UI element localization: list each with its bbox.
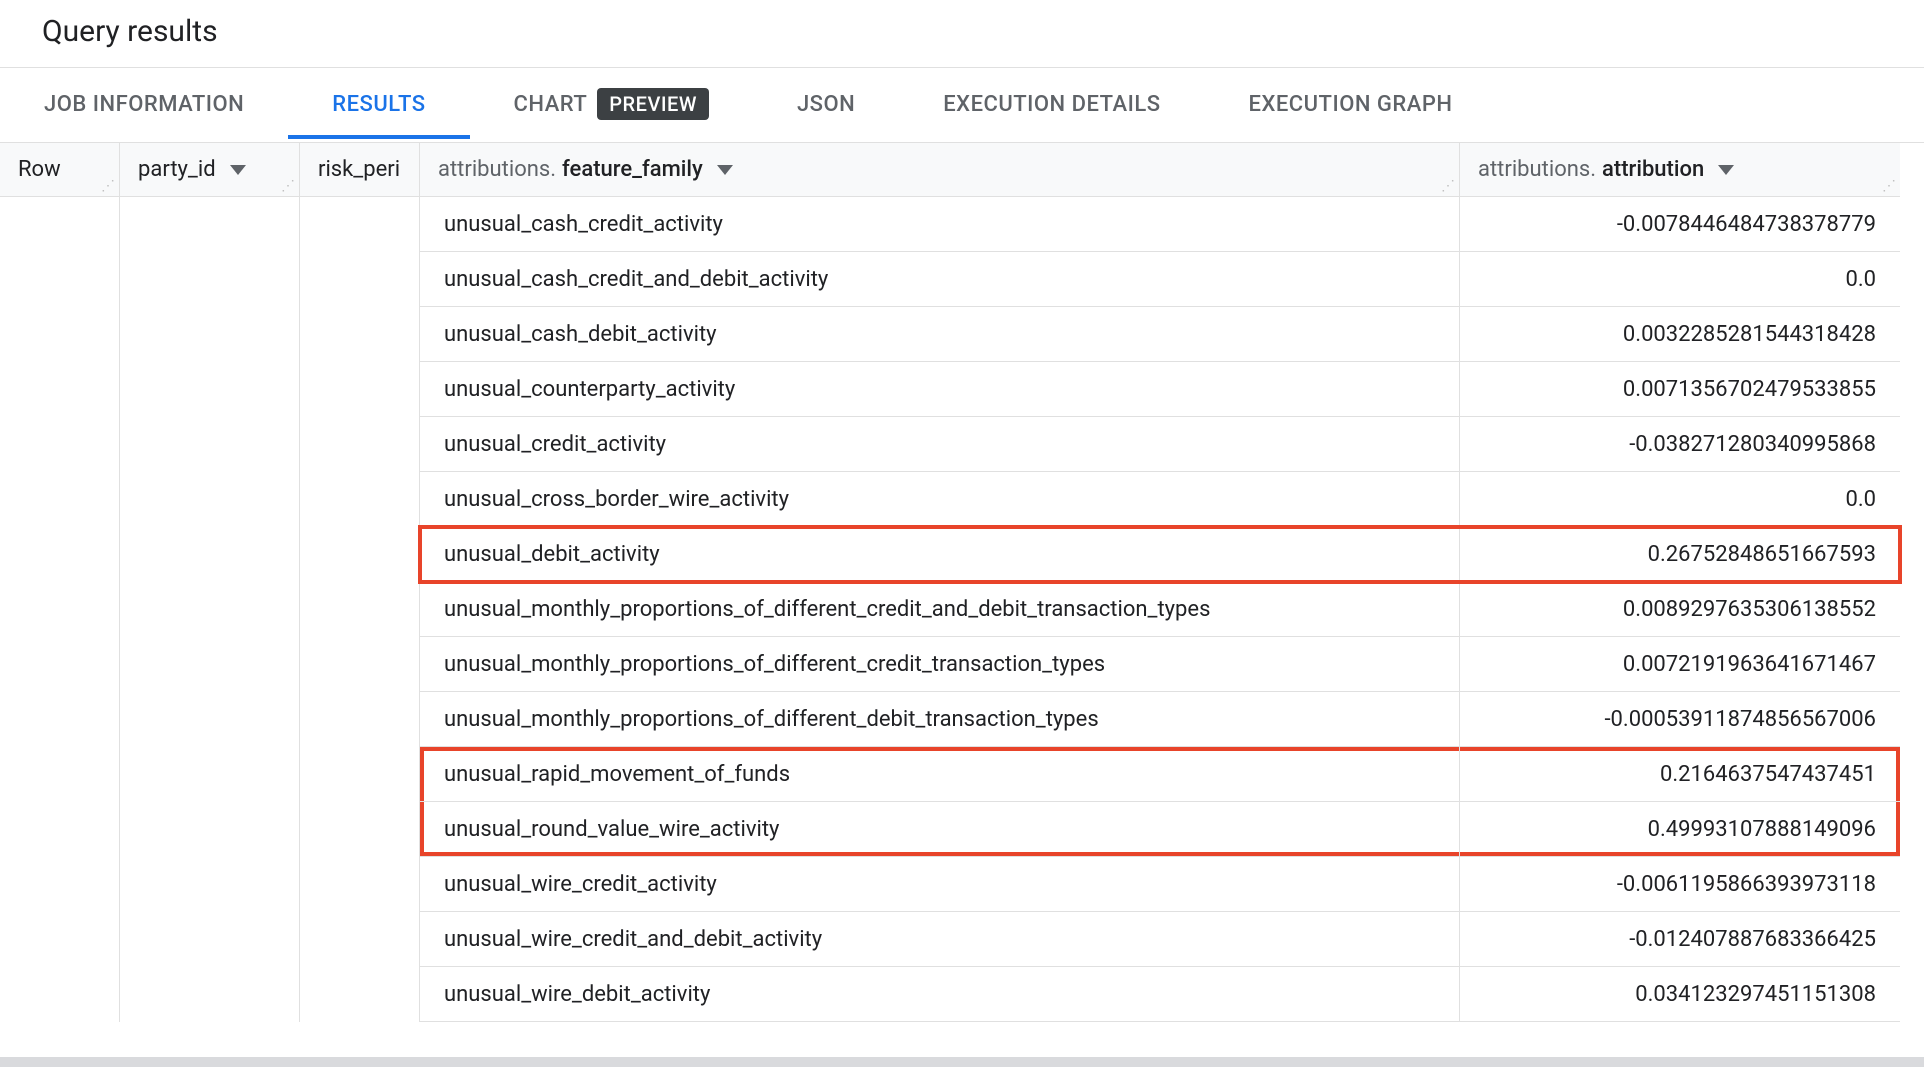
cell-feature-family: unusual_wire_credit_activity bbox=[420, 857, 1460, 911]
results-tabbar: JOB INFORMATION RESULTS CHART PREVIEW JS… bbox=[0, 67, 1924, 143]
resize-handle-icon[interactable]: ⋰ bbox=[1441, 178, 1455, 194]
table-row[interactable]: unusual_wire_debit_activity0.03412329745… bbox=[420, 967, 1900, 1022]
chevron-down-icon[interactable] bbox=[1718, 165, 1734, 175]
col-header-party-id-label: party_id bbox=[138, 157, 216, 182]
chevron-down-icon[interactable] bbox=[230, 165, 246, 175]
chevron-down-icon[interactable] bbox=[717, 165, 733, 175]
tab-results[interactable]: RESULTS bbox=[288, 72, 469, 139]
cell-attribution: 0.0032285281544318428 bbox=[1460, 307, 1900, 361]
table-row[interactable]: unusual_debit_activity0.2675284865166759… bbox=[420, 527, 1900, 582]
table-row[interactable]: unusual_wire_credit_and_debit_activity-0… bbox=[420, 912, 1900, 967]
table-row[interactable]: unusual_rapid_movement_of_funds0.2164637… bbox=[420, 747, 1900, 802]
cell-feature-family: unusual_wire_debit_activity bbox=[420, 967, 1460, 1021]
page-title: Query results bbox=[0, 0, 1924, 67]
col-header-feature-family-prefix: attributions. bbox=[438, 157, 556, 182]
cell-attribution: 0.2164637547437451 bbox=[1460, 747, 1900, 801]
table-row[interactable]: unusual_monthly_proportions_of_different… bbox=[420, 637, 1900, 692]
table-row[interactable]: unusual_counterparty_activity0.007135670… bbox=[420, 362, 1900, 417]
col-header-feature-family[interactable]: attributions.feature_family ⋰ bbox=[420, 143, 1460, 197]
cell-attribution: -0.038271280340995868 bbox=[1460, 417, 1900, 471]
col-row-body bbox=[0, 197, 120, 1022]
cell-attribution: 0.49993107888149096 bbox=[1460, 802, 1900, 856]
cell-attribution: -0.012407887683366425 bbox=[1460, 912, 1900, 966]
tab-execution-details[interactable]: EXECUTION DETAILS bbox=[899, 72, 1204, 139]
cell-feature-family: unusual_cash_credit_and_debit_activity bbox=[420, 252, 1460, 306]
col-header-party-id[interactable]: party_id ⋰ bbox=[120, 143, 300, 197]
col-header-risk-peri[interactable]: risk_peri bbox=[300, 143, 420, 197]
cell-feature-family: unusual_credit_activity bbox=[420, 417, 1460, 471]
table-row[interactable]: unusual_cross_border_wire_activity0.0 bbox=[420, 472, 1900, 527]
tab-chart[interactable]: CHART PREVIEW bbox=[470, 68, 753, 142]
cell-feature-family: unusual_wire_credit_and_debit_activity bbox=[420, 912, 1460, 966]
col-party-id-body bbox=[120, 197, 300, 1022]
cell-feature-family: unusual_monthly_proportions_of_different… bbox=[420, 637, 1460, 691]
cell-attribution: 0.0089297635306138552 bbox=[1460, 582, 1900, 636]
resize-handle-icon[interactable]: ⋰ bbox=[1882, 178, 1896, 194]
table-row[interactable]: unusual_monthly_proportions_of_different… bbox=[420, 582, 1900, 637]
cell-attribution: 0.0071356702479533855 bbox=[1460, 362, 1900, 416]
cell-feature-family: unusual_monthly_proportions_of_different… bbox=[420, 692, 1460, 746]
tab-execution-graph[interactable]: EXECUTION GRAPH bbox=[1205, 72, 1497, 139]
resize-handle-icon[interactable]: ⋰ bbox=[281, 178, 295, 194]
table-row[interactable]: unusual_monthly_proportions_of_different… bbox=[420, 692, 1900, 747]
cell-feature-family: unusual_cross_border_wire_activity bbox=[420, 472, 1460, 526]
cell-feature-family: unusual_monthly_proportions_of_different… bbox=[420, 582, 1460, 636]
col-header-row[interactable]: Row ⋰ bbox=[0, 143, 120, 197]
col-header-attribution[interactable]: attributions.attribution ⋰ bbox=[1460, 143, 1900, 197]
table-row[interactable]: unusual_credit_activity-0.03827128034099… bbox=[420, 417, 1900, 472]
col-header-risk-peri-label: risk_peri bbox=[318, 157, 400, 182]
col-header-row-label: Row bbox=[18, 157, 61, 182]
cell-attribution: 0.26752848651667593 bbox=[1460, 527, 1900, 581]
horizontal-scrollbar[interactable] bbox=[0, 1057, 1924, 1067]
col-header-attribution-prefix: attributions. bbox=[1478, 157, 1596, 182]
table-row[interactable]: unusual_cash_credit_activity-0.007844648… bbox=[420, 197, 1900, 252]
grid-body: unusual_cash_credit_activity-0.007844648… bbox=[0, 197, 1900, 1022]
tab-chart-label: CHART bbox=[514, 92, 588, 117]
cell-feature-family: unusual_debit_activity bbox=[420, 527, 1460, 581]
data-rows-container: unusual_cash_credit_activity-0.007844648… bbox=[420, 197, 1900, 1022]
col-header-feature-family-bold: feature_family bbox=[562, 157, 703, 182]
col-risk-peri-body bbox=[300, 197, 420, 1022]
resize-handle-icon[interactable]: ⋰ bbox=[101, 178, 115, 194]
cell-attribution: 0.034123297451151308 bbox=[1460, 967, 1900, 1021]
cell-feature-family: unusual_counterparty_activity bbox=[420, 362, 1460, 416]
table-row[interactable]: unusual_round_value_wire_activity0.49993… bbox=[420, 802, 1900, 857]
tab-job-information[interactable]: JOB INFORMATION bbox=[0, 72, 288, 139]
cell-attribution: 0.0 bbox=[1460, 252, 1900, 306]
table-row[interactable]: unusual_cash_credit_and_debit_activity0.… bbox=[420, 252, 1900, 307]
cell-feature-family: unusual_round_value_wire_activity bbox=[420, 802, 1460, 856]
cell-attribution: -0.00053911874856567006 bbox=[1460, 692, 1900, 746]
table-row[interactable]: unusual_wire_credit_activity-0.006119586… bbox=[420, 857, 1900, 912]
cell-feature-family: unusual_cash_debit_activity bbox=[420, 307, 1460, 361]
table-row[interactable]: unusual_cash_debit_activity0.00322852815… bbox=[420, 307, 1900, 362]
cell-feature-family: unusual_rapid_movement_of_funds bbox=[420, 747, 1460, 801]
cell-attribution: -0.0078446484738378779 bbox=[1460, 197, 1900, 251]
tab-json[interactable]: JSON bbox=[753, 72, 899, 139]
results-grid: Row ⋰ party_id ⋰ risk_peri attributions.… bbox=[0, 143, 1924, 1022]
cell-attribution: -0.0061195866393973118 bbox=[1460, 857, 1900, 911]
preview-badge: PREVIEW bbox=[597, 88, 709, 120]
col-header-attribution-bold: attribution bbox=[1602, 157, 1704, 182]
cell-attribution: 0.0 bbox=[1460, 472, 1900, 526]
cell-feature-family: unusual_cash_credit_activity bbox=[420, 197, 1460, 251]
cell-attribution: 0.0072191963641671467 bbox=[1460, 637, 1900, 691]
